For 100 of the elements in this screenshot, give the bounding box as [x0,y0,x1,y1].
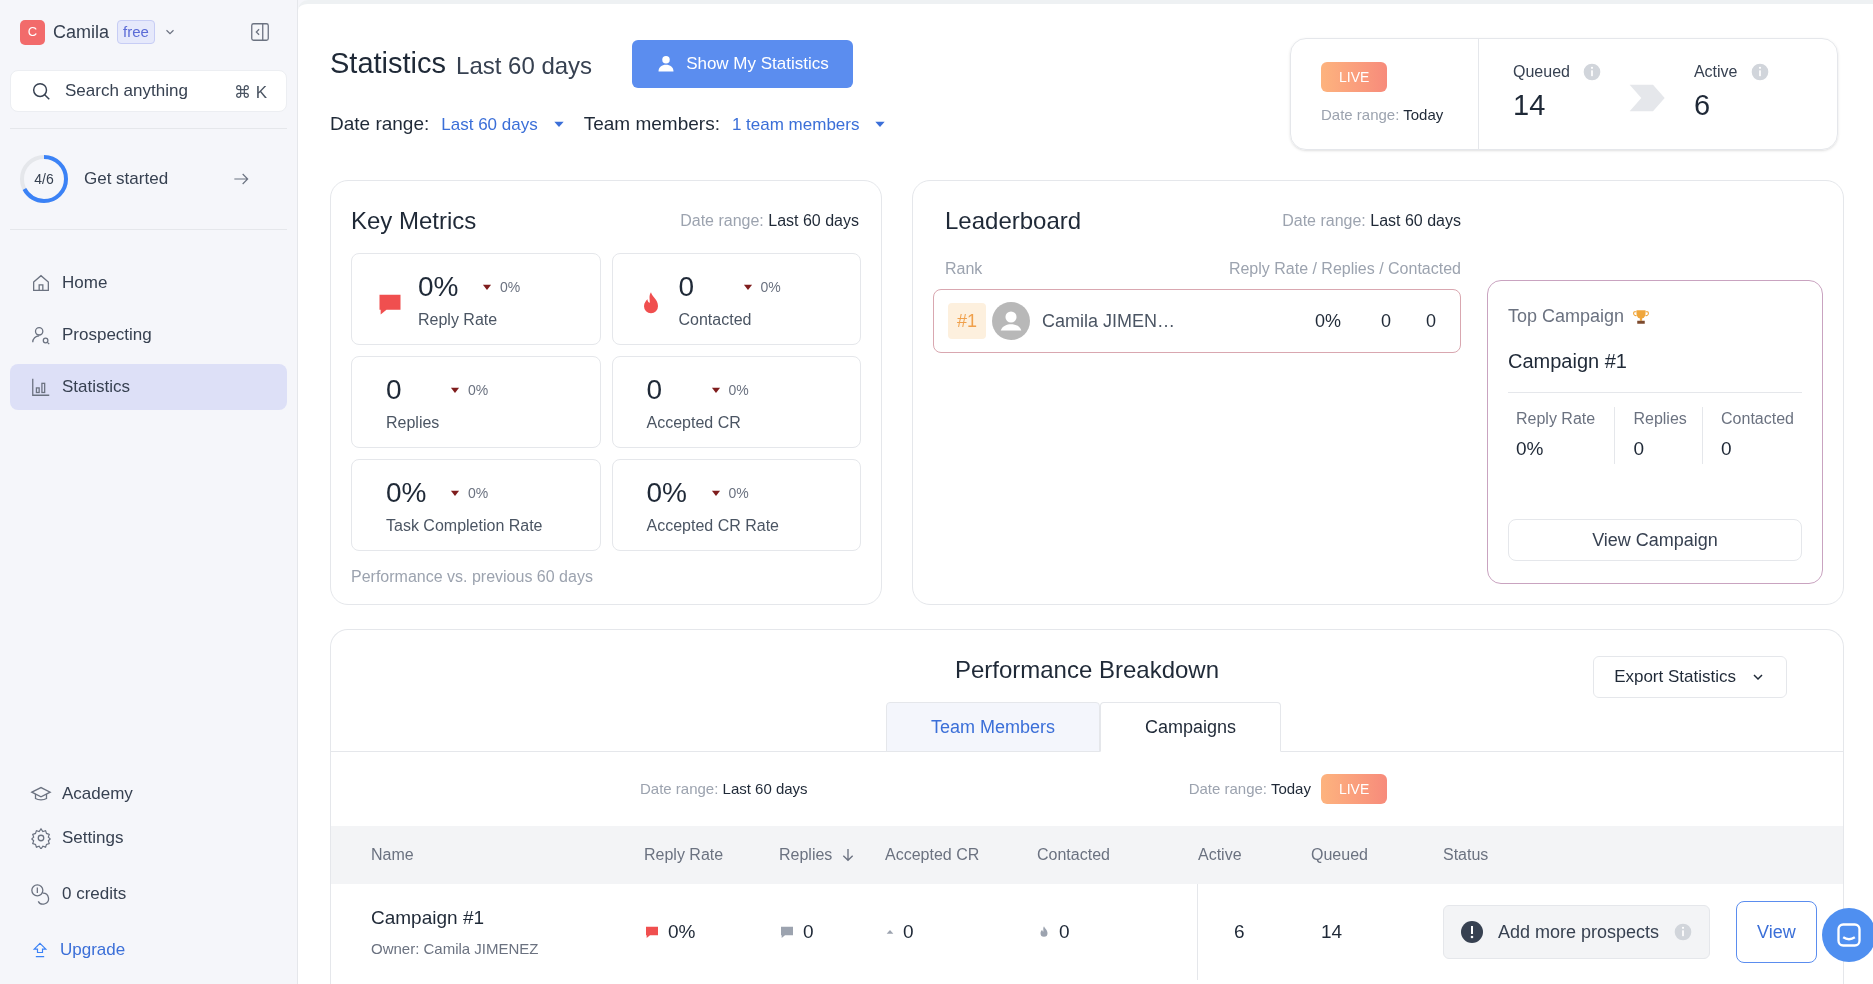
chat-launcher-button[interactable] [1822,908,1873,962]
metric-change: 0% [728,380,749,400]
active-label: Active [1693,62,1738,83]
upgrade-link[interactable]: Upgrade [10,928,287,972]
chat-icon [1835,921,1863,949]
trophy-icon [1632,307,1651,326]
stat-value: 0% [1516,437,1545,461]
nav-item[interactable]: Settings [10,816,287,860]
info-icon [1749,62,1770,83]
stat-label: Replies [1633,409,1688,429]
get-started-item[interactable]: 4/6 Get started [10,129,287,229]
info-icon [1581,62,1602,83]
upload-arrow-icon [30,940,50,960]
metric-change: 0% [760,277,781,297]
queued-label: Queued [1513,62,1570,83]
metric-value: 0 [386,373,403,407]
chat-bubble-icon [644,924,660,940]
settings-icon [30,827,52,849]
owner-text: Owner: Camila JIMENEZ [371,939,540,959]
column-header[interactable]: Queued [1311,843,1443,867]
campaign-name: Campaign #1 [371,905,486,930]
filter-dropdown[interactable]: 1 team members [731,111,888,137]
stat-label: Contacted [1721,409,1794,429]
card-title: Performance Breakdown [954,655,1220,685]
metric-label: Replies [386,413,441,433]
metric-value: 0 [646,373,664,407]
nav-item[interactable]: Academy [10,772,287,816]
column-header[interactable]: Active [1198,843,1311,867]
column-header[interactable]: Status [1443,843,1843,867]
progress-count: 4/6 [34,169,54,189]
stat-value: 0 [1721,437,1733,461]
alert-icon [1460,920,1484,944]
user-name: Camila [53,20,109,44]
filter-label: Date range: [330,112,430,136]
metric-change: 0% [468,380,489,400]
card-title: Key Metrics [351,206,477,236]
stat-value: 0 [1633,437,1645,461]
collapse-sidebar-icon[interactable] [249,21,271,43]
filter-dropdown[interactable]: Last 60 days [441,111,566,137]
nav-item[interactable]: Prospecting [10,312,287,358]
metric-change: 0% [468,483,489,503]
queued-count: 14 [1513,88,1547,124]
table-cell-text: 6 [1233,919,1246,944]
user-avatar: C [20,19,45,45]
person-search-icon [30,324,52,346]
house-icon [30,272,52,294]
metric-change: 0% [500,277,521,297]
progress-ring [18,153,70,205]
metric-value: 0% [418,270,460,304]
tab[interactable]: Team Members [886,702,1101,752]
filter-label: Team members: [583,112,720,136]
campaign-name: Campaign #1 [1508,346,1802,393]
caret-up-icon [885,927,895,937]
metric-value: 0% [386,476,428,510]
replies-value: 0 [1380,309,1391,333]
card-title: Leaderboard [945,206,1082,236]
column-header[interactable]: Accepted CR [885,843,1037,867]
column-header[interactable]: Reply Rate [644,843,779,867]
metric-label: Contacted [678,310,753,330]
metric-label: Accepted CR Rate [646,516,779,536]
date-range-text: Date range: Last 60 days [640,778,808,799]
date-range-text: Date range: Today [1321,104,1445,125]
column-header[interactable]: Replies [779,843,885,867]
date-range-text: Date range: Today [1188,778,1311,799]
export-statistics-button[interactable]: Export Statistics [1593,656,1787,698]
tab[interactable]: Campaigns [1100,702,1282,752]
page-subtitle: Last 60 days [456,51,593,81]
table-cell-text: 14 [1320,919,1344,944]
leaderboard-row[interactable]: #1 Camila JIMEN… 0% 0 0 [933,289,1461,353]
avatar-icon [992,302,1030,340]
nav-item[interactable]: Statistics [10,364,287,410]
chat-bubble-icon [779,924,795,940]
stat-label: Reply Rate [1516,409,1597,429]
table-cell-text: 0 [803,919,814,944]
footnote-text: Performance vs. previous 60 days [351,567,594,587]
reply-rate-value: 0% [1314,309,1341,333]
metric-value: 0% [646,476,688,510]
metric-label: Task Completion Rate [386,516,543,536]
search-icon [30,80,52,102]
metric-label: Reply Rate [418,310,499,330]
date-range-text: Date range: Last 60 days [1282,211,1461,231]
column-header[interactable]: Contacted [1037,843,1198,867]
show-my-statistics-button[interactable]: Show My Statistics [632,40,853,88]
bar-chart-icon [30,376,52,398]
member-name: Camila JIMEN… [1042,309,1176,333]
metric-value: 0 [678,270,696,304]
column-header[interactable]: Name [331,843,644,867]
page-title: Statistics [330,46,447,82]
view-button[interactable]: View [1736,901,1817,963]
nav-item[interactable]: Home [10,260,287,306]
view-campaign-button[interactable]: View Campaign [1508,519,1802,561]
column-header: Reply Rate / Replies / Contacted [1228,259,1461,279]
date-range-text: Date range: Last 60 days [680,211,859,231]
metric-change: 0% [728,483,749,503]
live-badge: LIVE [1320,774,1388,804]
coins-icon [30,883,52,905]
shortcut-hint: ⌘ K [233,82,267,104]
column-header: Rank [945,259,983,279]
status-text: Add more prospects [1498,920,1660,944]
nav-item[interactable]: 0 credits [10,872,287,916]
